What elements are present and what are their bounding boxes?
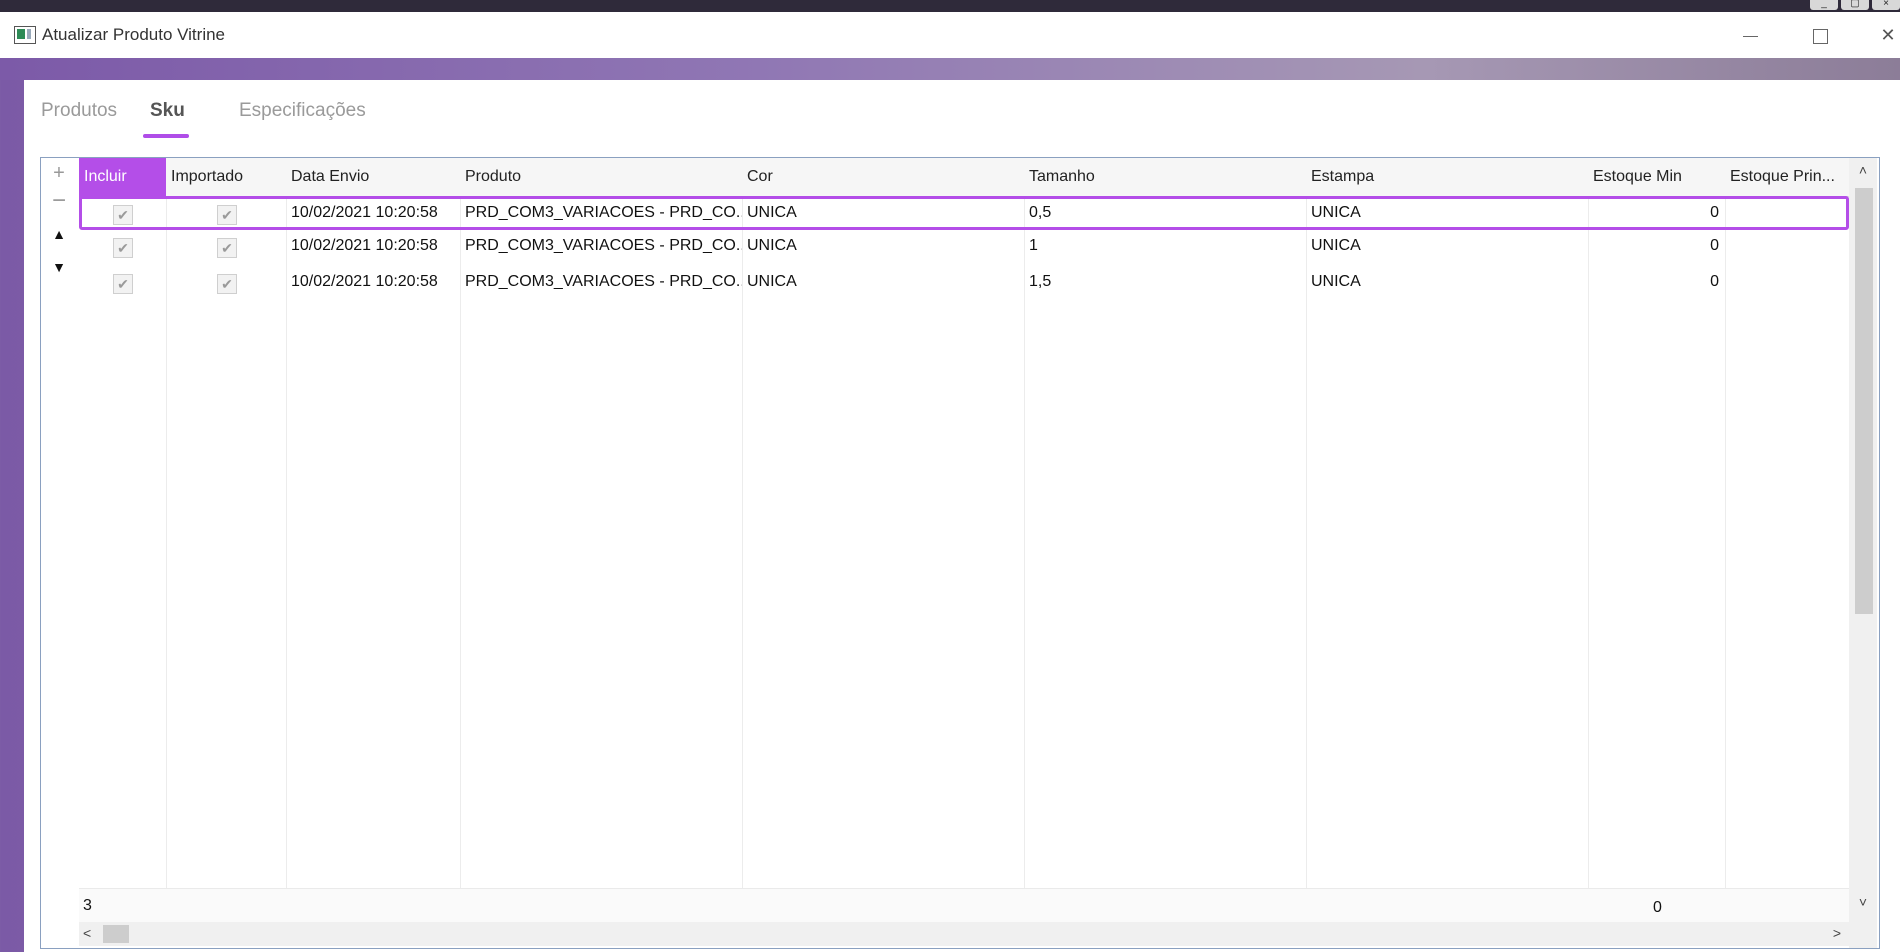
cell-tamanho[interactable]: 0,5	[1024, 199, 1306, 233]
column-header-importado[interactable]: Importado	[166, 158, 286, 196]
cell-cor[interactable]: UNICA	[742, 199, 1024, 233]
row-controls: + − ▲ ▼	[41, 158, 79, 948]
cell-produto[interactable]: PRD_COM3_VARIACOES - PRD_CO...	[460, 268, 742, 302]
table-row[interactable]: ✔ ✔ 10/02/2021 10:20:58 PRD_COM3_VARIACO…	[79, 232, 1849, 266]
cell-produto[interactable]: PRD_COM3_VARIACOES - PRD_CO...	[460, 232, 742, 266]
table-row[interactable]: ✔ ✔ 10/02/2021 10:20:58 PRD_COM3_VARIACO…	[79, 268, 1849, 302]
tab-especificacoes[interactable]: Especificações	[239, 100, 366, 122]
column-header-tamanho[interactable]: Tamanho	[1024, 158, 1306, 196]
accent-band	[0, 58, 1900, 80]
summary-row: 3 0	[79, 888, 1849, 923]
cell-tamanho[interactable]: 1,5	[1024, 268, 1306, 302]
cell-tamanho[interactable]: 1	[1024, 232, 1306, 266]
column-header-estoque-min[interactable]: Estoque Min	[1588, 158, 1725, 196]
column-header-produto[interactable]: Produto	[460, 158, 742, 196]
column-header-data-envio[interactable]: Data Envio	[286, 158, 460, 196]
maximize-icon	[1812, 28, 1828, 44]
scroll-up-icon[interactable]: ˄	[1849, 162, 1877, 178]
title-bar: Atualizar Produto Vitrine ✕	[0, 12, 1900, 59]
row-count: 3	[83, 897, 92, 914]
minimize-icon	[1742, 35, 1758, 37]
incluir-checkbox[interactable]: ✔	[113, 205, 133, 225]
incluir-checkbox[interactable]: ✔	[113, 238, 133, 258]
column-header-estoque-principal[interactable]: Estoque Prin...	[1725, 158, 1849, 196]
vertical-scrollbar[interactable]: ˄ ˅	[1849, 158, 1877, 948]
cell-data-envio[interactable]: 10/02/2021 10:20:58	[286, 268, 460, 302]
column-header-incluir[interactable]: Incluir	[79, 158, 166, 196]
cell-estoque-min[interactable]: 0	[1588, 232, 1725, 266]
close-button[interactable]: ✕	[1868, 20, 1900, 50]
scroll-right-icon[interactable]: >	[1833, 925, 1841, 941]
bg-minimize-icon[interactable]: _	[1810, 0, 1838, 10]
vertical-scroll-thumb[interactable]	[1855, 188, 1873, 614]
move-down-icon[interactable]: ▼	[41, 259, 77, 275]
cell-estoque-min[interactable]: 0	[1588, 268, 1725, 302]
desktop-top-bar: _ ▢ ×	[0, 0, 1900, 12]
move-up-icon[interactable]: ▲	[41, 226, 77, 242]
cell-produto[interactable]: PRD_COM3_VARIACOES - PRD_CO...	[460, 199, 742, 233]
cell-data-envio[interactable]: 10/02/2021 10:20:58	[286, 199, 460, 233]
importado-checkbox[interactable]: ✔	[217, 238, 237, 258]
active-tab-indicator	[143, 134, 189, 138]
importado-checkbox[interactable]: ✔	[217, 274, 237, 294]
bg-restore-icon[interactable]: ▢	[1841, 0, 1869, 10]
cell-estampa[interactable]: UNICA	[1306, 268, 1588, 302]
background-window-controls: _ ▢ ×	[1807, 0, 1900, 12]
add-row-icon[interactable]: +	[41, 162, 77, 185]
horizontal-scroll-thumb[interactable]	[103, 925, 129, 943]
incluir-checkbox[interactable]: ✔	[113, 274, 133, 294]
minimize-button[interactable]	[1730, 20, 1770, 50]
sku-grid: + − ▲ ▼ Incluir Importado Data Envio Pro…	[40, 157, 1880, 949]
data-table: Incluir Importado Data Envio Produto Cor…	[79, 158, 1849, 888]
cell-cor[interactable]: UNICA	[742, 268, 1024, 302]
tab-sku[interactable]: Sku	[150, 100, 185, 122]
importado-checkbox[interactable]: ✔	[217, 205, 237, 225]
estoque-min-total: 0	[1653, 899, 1662, 916]
table-header: Incluir Importado Data Envio Produto Cor…	[79, 158, 1849, 197]
cell-estampa[interactable]: UNICA	[1306, 232, 1588, 266]
window-title: Atualizar Produto Vitrine	[42, 25, 226, 44]
app-icon	[14, 26, 36, 44]
cell-data-envio[interactable]: 10/02/2021 10:20:58	[286, 232, 460, 266]
table-row[interactable]: ✔ ✔ 10/02/2021 10:20:58 PRD_COM3_VARIACO…	[79, 196, 1849, 230]
app-window: Atualizar Produto Vitrine ✕ Produtos Sku…	[0, 12, 1900, 952]
bg-close-icon[interactable]: ×	[1872, 0, 1900, 10]
horizontal-scrollbar[interactable]: < >	[79, 922, 1849, 946]
cell-estampa[interactable]: UNICA	[1306, 199, 1588, 233]
cell-estoque-min[interactable]: 0	[1588, 199, 1725, 233]
main-content: Produtos Sku Especificações + − ▲ ▼ Incl…	[24, 80, 1900, 952]
column-header-estampa[interactable]: Estampa	[1306, 158, 1588, 196]
tab-produtos[interactable]: Produtos	[41, 100, 117, 122]
scroll-left-icon[interactable]: <	[83, 925, 91, 941]
maximize-button[interactable]	[1800, 20, 1840, 50]
column-header-cor[interactable]: Cor	[742, 158, 1024, 196]
cell-cor[interactable]: UNICA	[742, 232, 1024, 266]
close-icon: ✕	[1880, 25, 1896, 45]
remove-row-icon[interactable]: −	[41, 189, 77, 213]
scroll-down-icon[interactable]: ˅	[1849, 894, 1877, 910]
